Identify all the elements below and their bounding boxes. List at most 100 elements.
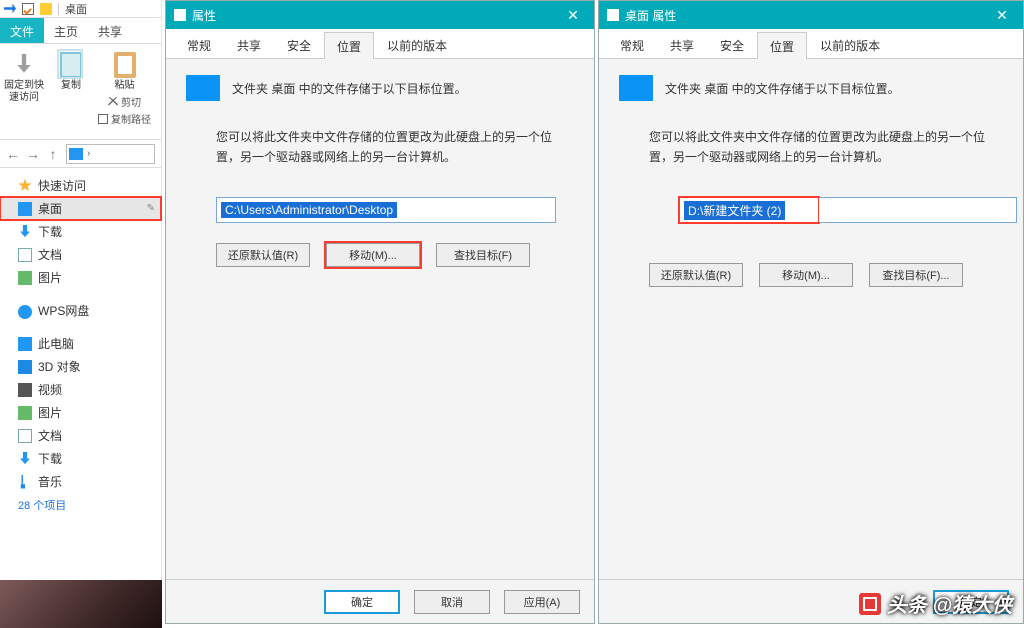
video-icon <box>18 383 32 397</box>
forward-button[interactable]: → <box>26 146 40 162</box>
close-button[interactable]: ✕ <box>981 1 1023 29</box>
close-button[interactable]: ✕ <box>552 1 594 29</box>
dialog1-path-input[interactable]: C:\Users\Administrator\Desktop <box>216 197 556 223</box>
dialog2-title: 桌面 属性 <box>625 7 676 24</box>
dialog2-path-input[interactable]: D:\新建文件夹 (2) <box>679 197 819 223</box>
tab-location[interactable]: 位置 <box>324 32 374 59</box>
restore-default-button[interactable]: 还原默认值(R) <box>216 243 310 267</box>
ribbon-paste[interactable]: 粘贴 剪切 复制路径 <box>98 50 151 137</box>
tree-videos[interactable]: 视频 <box>0 378 161 401</box>
dialog2-heading: 文件夹 桌面 中的文件存储于以下目标位置。 <box>665 80 900 97</box>
properties-dialog-2: 桌面 属性 ✕ 常规 共享 安全 位置 以前的版本 文件夹 桌面 中的文件存储于… <box>598 0 1024 624</box>
pc-icon <box>18 337 32 351</box>
picture-icon <box>18 271 32 285</box>
nav-tree: 快速访问 桌面✎ 下载 文档 图片 WPS网盘 此电脑 3D 对象 视频 图片 … <box>0 168 161 519</box>
pin-label: 固定到快速访问 <box>4 80 44 104</box>
dialog2-path-row: D:\新建文件夹 (2) <box>649 197 1003 243</box>
star-icon <box>18 179 32 193</box>
dialog1-heading-row: 文件夹 桌面 中的文件存储于以下目标位置。 <box>186 75 574 101</box>
window-title: 桌面 <box>65 1 87 17</box>
tab-share[interactable]: 共享 <box>657 31 707 58</box>
tab-previous[interactable]: 以前的版本 <box>374 31 460 58</box>
watermark-text: 头条 @猿大侠 <box>887 589 1012 618</box>
location-icon <box>69 148 83 160</box>
dialog1-tabs: 常规 共享 安全 位置 以前的版本 <box>166 29 594 59</box>
dialog2-path-extended[interactable] <box>819 197 1017 223</box>
document-icon <box>18 429 32 443</box>
cut-row[interactable]: 剪切 <box>108 94 141 109</box>
address-field[interactable]: › <box>66 144 155 164</box>
tab-home[interactable]: 主页 <box>44 18 88 43</box>
file-explorer: 桌面 文件 主页 共享 固定到快速访问 复制 粘贴 剪切 复制路径 ← → ↑ … <box>0 0 162 580</box>
dialog1-action-buttons: 还原默认值(R) 移动(M)... 查找目标(F) <box>216 243 574 267</box>
move-button[interactable]: 移动(M)... <box>326 243 420 267</box>
ribbon-body: 固定到快速访问 复制 粘贴 剪切 复制路径 <box>0 44 161 140</box>
cube-icon <box>18 360 32 374</box>
dialog1-footer: 确定 取消 应用(A) <box>166 579 594 623</box>
download-icon <box>18 225 32 239</box>
dialog1-title: 属性 <box>192 7 216 24</box>
chevron-right-icon: › <box>87 148 90 159</box>
tree-pictures[interactable]: 图片 <box>0 266 161 289</box>
dialog1-body: 文件夹 桌面 中的文件存储于以下目标位置。 您可以将此文件夹中文件存储的位置更改… <box>166 59 594 579</box>
pin-mark-icon: ✎ <box>147 203 155 214</box>
tree-quick-access[interactable]: 快速访问 <box>0 174 161 197</box>
find-target-button[interactable]: 查找目标(F) <box>436 243 530 267</box>
tab-general[interactable]: 常规 <box>174 31 224 58</box>
find-target-button[interactable]: 查找目标(F)... <box>869 263 963 287</box>
tab-previous[interactable]: 以前的版本 <box>807 31 893 58</box>
folder-large-icon <box>619 75 653 101</box>
tree-desktop[interactable]: 桌面✎ <box>0 197 161 220</box>
move-button[interactable]: 移动(M)... <box>759 263 853 287</box>
dialog1-titlebar[interactable]: 属性 ✕ <box>166 1 594 29</box>
up-button[interactable]: ↑ <box>46 146 60 162</box>
tree-downloads[interactable]: 下载 <box>0 220 161 243</box>
tab-security[interactable]: 安全 <box>707 31 757 58</box>
tab-share[interactable]: 共享 <box>88 18 132 43</box>
dialog2-action-buttons: 还原默认值(R) 移动(M)... 查找目标(F)... <box>649 263 1003 287</box>
tab-share[interactable]: 共享 <box>224 31 274 58</box>
dialog-icon <box>174 9 186 21</box>
picture-icon <box>18 406 32 420</box>
tab-security[interactable]: 安全 <box>274 31 324 58</box>
dialog1-description: 您可以将此文件夹中文件存储的位置更改为此硬盘上的另一个位置，另一个驱动器或网络上… <box>216 127 556 167</box>
watermark: 头条 @猿大侠 <box>859 589 1012 618</box>
pin-icon <box>13 54 35 76</box>
dialog2-tabs: 常规 共享 安全 位置 以前的版本 <box>599 29 1023 59</box>
tab-general[interactable]: 常规 <box>607 31 657 58</box>
bottom-thumbnail <box>0 580 162 628</box>
tree-this-pc[interactable]: 此电脑 <box>0 332 161 355</box>
tree-pictures-2[interactable]: 图片 <box>0 401 161 424</box>
document-icon <box>18 248 32 262</box>
scissors-icon <box>108 97 118 107</box>
ribbon-pin[interactable]: 固定到快速访问 <box>4 50 44 137</box>
tree-documents[interactable]: 文档 <box>0 243 161 266</box>
apply-button[interactable]: 应用(A) <box>504 590 580 614</box>
dialog2-path-value: D:\新建文件夹 (2) <box>684 201 785 220</box>
restore-default-button[interactable]: 还原默认值(R) <box>649 263 743 287</box>
paste-label: 粘贴 <box>115 80 135 92</box>
tree-documents-2[interactable]: 文档 <box>0 424 161 447</box>
dialog2-heading-row: 文件夹 桌面 中的文件存储于以下目标位置。 <box>619 75 1003 101</box>
tree-wps-cloud[interactable]: WPS网盘 <box>0 299 161 322</box>
tab-location[interactable]: 位置 <box>757 32 807 59</box>
folder-large-icon <box>186 75 220 101</box>
folder-icon[interactable] <box>40 3 52 15</box>
copypath-row[interactable]: 复制路径 <box>98 111 151 126</box>
tree-downloads-2[interactable]: 下载 <box>0 447 161 470</box>
cancel-button[interactable]: 取消 <box>414 590 490 614</box>
properties-dialog-1: 属性 ✕ 常规 共享 安全 位置 以前的版本 文件夹 桌面 中的文件存储于以下目… <box>165 0 595 624</box>
tab-file[interactable]: 文件 <box>0 18 44 43</box>
tree-music[interactable]: 音乐 <box>0 470 161 493</box>
tree-3d-objects[interactable]: 3D 对象 <box>0 355 161 378</box>
dialog2-titlebar[interactable]: 桌面 属性 ✕ <box>599 1 1023 29</box>
checkbox-icon[interactable] <box>22 3 34 15</box>
ok-button[interactable]: 确定 <box>324 590 400 614</box>
nav-arrow-icon[interactable] <box>4 3 16 15</box>
copypath-icon <box>98 114 108 124</box>
dialog1-path-value: C:\Users\Administrator\Desktop <box>221 202 397 218</box>
back-button[interactable]: ← <box>6 146 20 162</box>
ribbon-copy[interactable]: 复制 <box>56 50 86 137</box>
watermark-logo-icon <box>859 593 881 615</box>
dialog-icon <box>607 9 619 21</box>
